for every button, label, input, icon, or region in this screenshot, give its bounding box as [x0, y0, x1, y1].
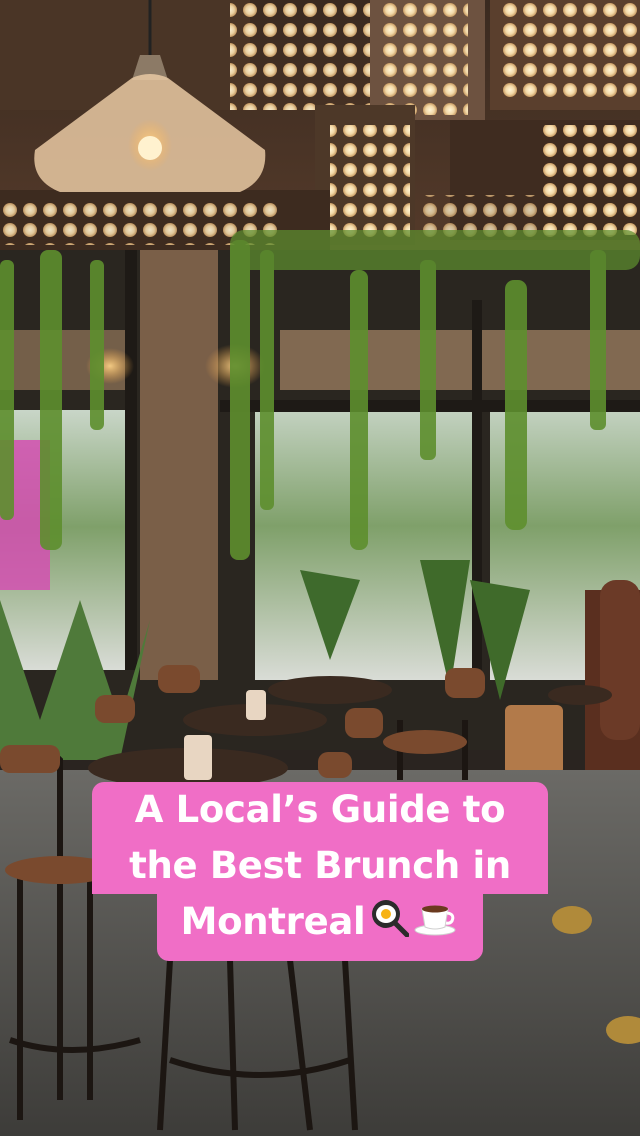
cafe-interior-photo: [0, 0, 640, 1136]
caption-line-3-wrap: Montreal: [157, 894, 483, 961]
caption-overlay: A Local’s Guide to the Best Brunch in Mo…: [92, 782, 548, 961]
caption-line-1: A Local’s Guide to: [92, 782, 548, 838]
caption-line-3: Montreal: [180, 900, 366, 943]
frying-pan-egg-icon: [369, 897, 410, 951]
caption-line-2: the Best Brunch in: [92, 838, 548, 894]
coffee-cup-icon: [413, 897, 459, 951]
